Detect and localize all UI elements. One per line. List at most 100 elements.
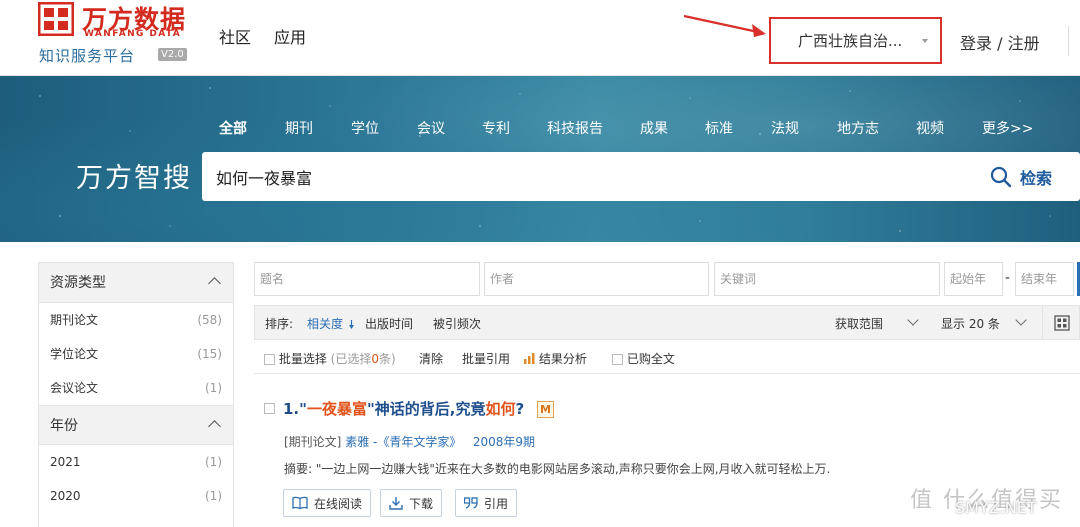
sidebar-item-label: 2020 <box>50 489 81 503</box>
sort-by-cited[interactable]: 被引频次 <box>433 315 481 332</box>
filter-sidebar: 资源类型 期刊论文 (58) 学位论文 (15) 会议论文 (1) 年份 202… <box>38 262 234 527</box>
batch-select-checkbox[interactable]: 批量选择 (已选择0条) <box>264 350 396 367</box>
abstract-text: "一边上网一边赚大钱"近来在大多数的电影网站居多滚动,声称只要你会上网,月收入就… <box>315 462 831 476</box>
result-meta: [期刊论文] 素雅 -《青年文学家》 2008年9期 <box>284 433 535 450</box>
annotation-arrow-icon <box>683 14 766 37</box>
selected-unit: 条) <box>379 352 396 366</box>
download-icon <box>389 497 403 510</box>
sort-bar: 排序: 相关度 出版时间 被引频次 获取范围 显示 20 条 <box>254 305 1080 340</box>
tab-local-chronicle[interactable]: 地方志 <box>837 118 879 138</box>
cite-label: 引用 <box>484 496 509 511</box>
tab-law[interactable]: 法规 <box>771 118 799 138</box>
scope-dropdown[interactable]: 获取范围 <box>835 315 883 332</box>
chevron-down-icon <box>907 314 919 326</box>
sidebar-section-resource-type[interactable]: 资源类型 <box>39 263 233 303</box>
sidebar-item-conference-paper[interactable]: 会议论文 (1) <box>39 371 233 405</box>
search-button[interactable]: 检索 <box>990 162 1052 192</box>
sidebar-item-count: (1) <box>205 381 222 395</box>
title-filter-input[interactable]: 题名 <box>254 262 480 296</box>
sidebar-item-count: (58) <box>197 313 222 327</box>
chevron-down-icon <box>1015 314 1027 326</box>
result-type: [期刊论文] <box>284 435 342 449</box>
wanfang-logo-icon <box>38 2 74 36</box>
sidebar-item-year-2021[interactable]: 2021 (1) <box>39 445 233 479</box>
topnav-community[interactable]: 社区 <box>219 24 251 48</box>
title-text: "神话的背后,究竟 <box>366 400 486 418</box>
region-selector[interactable]: 广西壮族自治... <box>782 27 932 55</box>
section-title: 年份 <box>50 418 78 434</box>
logo-english: WANFANG DATA <box>84 29 182 39</box>
checkbox <box>264 354 275 365</box>
tab-tech-report[interactable]: 科技报告 <box>547 118 603 138</box>
result-author-link[interactable]: 素雅 <box>345 435 369 449</box>
page-size-dropdown[interactable]: 显示 20 条 <box>941 315 1000 332</box>
search-banner: 全部 期刊 学位 会议 专利 科技报告 成果 标准 法规 地方志 视频 更多>>… <box>0 76 1080 242</box>
download-button[interactable]: 下载 <box>380 489 443 517</box>
search-icon <box>990 166 1012 188</box>
sidebar-item-journal-paper[interactable]: 期刊论文 (58) <box>39 303 233 337</box>
result-index: 1. <box>283 400 300 418</box>
clear-button[interactable]: 清除 <box>419 350 443 367</box>
tab-achievement[interactable]: 成果 <box>640 118 668 138</box>
result-checkbox[interactable] <box>264 403 275 414</box>
end-year-input[interactable]: 结束年 <box>1015 262 1074 296</box>
result-analysis-label: 结果分析 <box>538 352 587 366</box>
watermark-site: SMYZ.NET <box>955 498 1037 517</box>
divider <box>1068 26 1069 56</box>
batch-select-label: 批量选择 <box>278 352 327 366</box>
brand-title: 万方智搜 <box>76 163 192 194</box>
grid-view-icon[interactable] <box>1042 305 1080 340</box>
sidebar-item-label: 学位论文 <box>50 347 99 361</box>
region-selected-value: 广西壮族自治... <box>798 32 903 50</box>
sort-by-relevance[interactable]: 相关度 <box>307 315 354 332</box>
book-icon <box>292 496 308 510</box>
top-header: 万方数据 WANFANG DATA 知识服务平台 V2.0 社区 应用 广西壮族… <box>0 0 1080 76</box>
sidebar-item-label: 期刊论文 <box>50 313 99 327</box>
sidebar-item-count: (1) <box>205 489 222 503</box>
tab-journal[interactable]: 期刊 <box>285 118 313 138</box>
read-online-button[interactable]: 在线阅读 <box>283 489 372 517</box>
bar-chart-icon <box>524 353 535 364</box>
search-input[interactable] <box>216 152 916 201</box>
result-issue-link[interactable]: 2008年9期 <box>473 435 535 449</box>
year-range-dash: - <box>1005 270 1011 286</box>
result-analysis-button[interactable]: 结果分析 <box>524 350 587 367</box>
sidebar-section-year[interactable]: 年份 <box>39 405 233 445</box>
checkbox <box>612 354 623 365</box>
tab-video[interactable]: 视频 <box>916 118 944 138</box>
arrow-down-icon <box>348 320 354 329</box>
purchased-label: 已购全文 <box>626 352 675 366</box>
logo-subtitle: 知识服务平台 <box>39 47 136 65</box>
keyword-filter-input[interactable]: 关键词 <box>714 262 940 296</box>
sort-by-pubtime[interactable]: 出版时间 <box>365 315 413 332</box>
login-register-link[interactable]: 登录 / 注册 <box>960 30 1040 54</box>
sort-label: 排序: <box>265 317 294 331</box>
result-title-link[interactable]: 1."一夜暴富"神话的背后,究竟如何? <box>283 398 524 419</box>
title-highlight: 如何 <box>485 400 516 418</box>
sidebar-item-year-2020[interactable]: 2020 (1) <box>39 479 233 513</box>
selected-prefix: (已选择 <box>330 352 372 366</box>
tab-standard[interactable]: 标准 <box>705 118 733 138</box>
tab-patent[interactable]: 专利 <box>482 118 510 138</box>
selected-count: 0 <box>371 352 379 366</box>
tab-all[interactable]: 全部 <box>219 118 247 138</box>
sidebar-item-count: (1) <box>205 455 222 469</box>
sort-relevance-label: 相关度 <box>307 317 344 331</box>
caret-down-icon <box>922 39 928 43</box>
purchased-filter-checkbox[interactable]: 已购全文 <box>612 350 675 367</box>
sidebar-item-degree-paper[interactable]: 学位论文 (15) <box>39 337 233 371</box>
read-online-label: 在线阅读 <box>314 496 363 511</box>
author-filter-input[interactable]: 作者 <box>484 262 709 296</box>
title-text: ? <box>515 400 525 418</box>
tab-degree[interactable]: 学位 <box>351 118 379 138</box>
tab-conference[interactable]: 会议 <box>417 118 445 138</box>
start-year-input[interactable]: 起始年 <box>944 262 1003 296</box>
tab-more[interactable]: 更多>> <box>982 118 1033 138</box>
topnav-apps[interactable]: 应用 <box>274 24 306 48</box>
batch-cite-button[interactable]: 批量引用 <box>462 350 510 367</box>
search-box: 检索 <box>202 152 1080 201</box>
result-journal-link[interactable]: -《青年文学家》 <box>373 435 461 449</box>
chevron-up-icon <box>208 277 221 290</box>
cite-button[interactable]: 引用 <box>455 489 518 517</box>
sidebar-item-count: (15) <box>197 347 222 361</box>
